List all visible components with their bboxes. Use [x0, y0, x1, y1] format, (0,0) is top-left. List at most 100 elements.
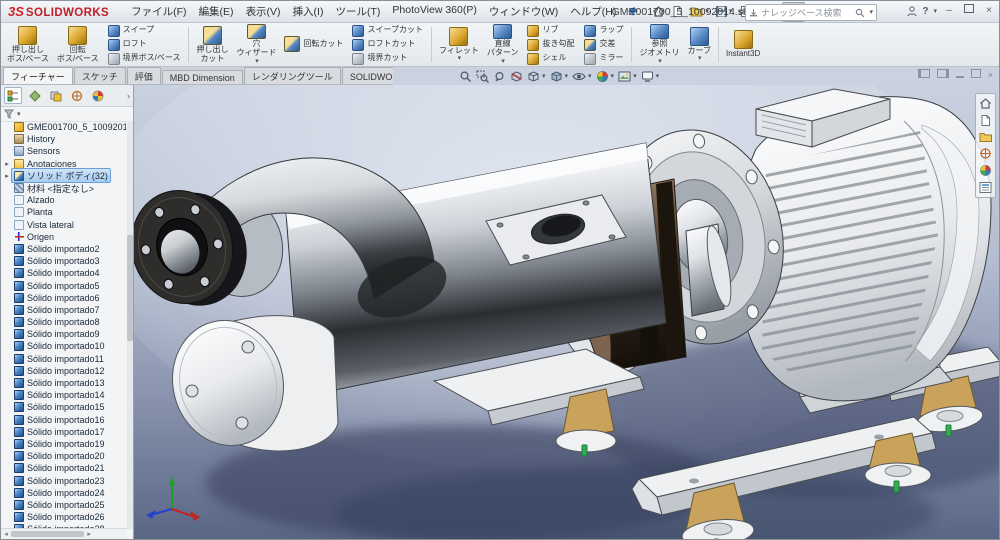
- linear-pattern-button[interactable]: 直線 パターン ▾: [483, 24, 523, 65]
- curve-button[interactable]: カーブ ▾: [683, 24, 715, 65]
- tree-item[interactable]: Origen: [1, 231, 127, 243]
- extruded-boss-button[interactable]: 押し出し ボス/ベース: [3, 24, 53, 65]
- revolved-cut-button[interactable]: 回転カット: [280, 24, 347, 65]
- tree-item[interactable]: Sólido importado14: [1, 389, 127, 401]
- menu-item[interactable]: 挿入(I): [287, 2, 330, 21]
- tree-filter[interactable]: ▾: [1, 107, 133, 122]
- tree-item[interactable]: Sólido importado24: [1, 487, 127, 499]
- tree-item[interactable]: Sólido importado8: [1, 316, 127, 328]
- reference-geometry-caret-icon[interactable]: ▾: [658, 58, 662, 65]
- tree-vertical-scrollbar[interactable]: [127, 121, 133, 529]
- boundary-cut-button[interactable]: 境界カット: [352, 53, 423, 65]
- sweep-button[interactable]: スイープ: [108, 25, 181, 37]
- tree-item[interactable]: Sólido importado9: [1, 328, 127, 340]
- menu-item[interactable]: ウィンドウ(W): [483, 2, 564, 21]
- extruded-cut-button[interactable]: 押し出し カット: [192, 24, 232, 65]
- tree-item[interactable]: Sólido importado2: [1, 243, 127, 255]
- commandmanager-tab[interactable]: 評価: [127, 67, 161, 84]
- tree-item[interactable]: Sólido importado7: [1, 304, 127, 316]
- tree-item[interactable]: Sólido importado19: [1, 438, 127, 450]
- hole-wizard-button[interactable]: 穴 ウィザード ▾: [232, 24, 280, 65]
- hole-wizard-caret-icon[interactable]: ▾: [255, 58, 259, 65]
- search-input[interactable]: ナレッジベース検索: [761, 6, 852, 19]
- view-orientation-caret-icon[interactable]: ▾: [542, 73, 546, 80]
- help-caret-icon[interactable]: ▾: [933, 8, 937, 15]
- tree-item[interactable]: Sólido importado17: [1, 426, 127, 438]
- shell-button[interactable]: シェル: [527, 53, 574, 65]
- configurationmanager-tab[interactable]: [48, 88, 64, 103]
- zoom-fit-button[interactable]: [459, 70, 472, 83]
- apply-scene-button[interactable]: ▾: [618, 70, 637, 83]
- tree-item[interactable]: Sólido importado12: [1, 365, 127, 377]
- instant3d-button[interactable]: Instant3D: [722, 24, 764, 65]
- view-settings-caret-icon[interactable]: ▾: [656, 73, 660, 80]
- doc-close-button[interactable]: ×: [988, 68, 993, 82]
- loft-cut-button[interactable]: ロフトカット: [352, 39, 423, 51]
- tree-item[interactable]: Planta: [1, 206, 127, 218]
- loft-button[interactable]: ロフト: [108, 39, 181, 51]
- menu-item[interactable]: ファイル(F): [125, 2, 192, 21]
- tree-item[interactable]: Sólido importado10: [1, 340, 127, 352]
- expand-arrow-icon[interactable]: ▸: [3, 172, 11, 180]
- graphics-area[interactable]: [134, 85, 999, 539]
- menu-item[interactable]: ツール(T): [329, 2, 386, 21]
- help-button[interactable]: ?: [922, 6, 928, 17]
- display-style-button[interactable]: ▾: [550, 70, 569, 83]
- fillet-button[interactable]: フィレット ▾: [435, 24, 483, 65]
- view-settings-button[interactable]: ▾: [641, 70, 660, 83]
- panel-chevron-icon[interactable]: ›: [127, 91, 130, 101]
- close-button[interactable]: ×: [981, 3, 997, 19]
- tree-item[interactable]: Sólido importado23: [1, 474, 127, 486]
- tree-item[interactable]: Sólido importado21: [1, 462, 127, 474]
- appearance-sphere-icon[interactable]: [979, 164, 992, 177]
- expand-arrow-icon[interactable]: ▸: [3, 160, 11, 168]
- curve-caret-icon[interactable]: ▾: [698, 55, 702, 62]
- home-icon[interactable]: [979, 97, 992, 110]
- previous-view-button[interactable]: [493, 70, 506, 83]
- pane-right-button[interactable]: [937, 68, 949, 82]
- tree-item[interactable]: Sólido importado15: [1, 401, 127, 413]
- hide-show-caret-icon[interactable]: ▾: [588, 73, 592, 80]
- edit-appearance-button[interactable]: ▾: [596, 70, 615, 83]
- commandmanager-tab[interactable]: スケッチ: [74, 67, 126, 84]
- commandmanager-tab[interactable]: MBD Dimension: [162, 70, 243, 84]
- tree-item[interactable]: Sólido importado25: [1, 499, 127, 511]
- document-icon[interactable]: [979, 114, 992, 127]
- doc-minimize-button[interactable]: [956, 68, 964, 82]
- scroll-right-arrow[interactable]: ▸: [84, 530, 94, 538]
- search-box[interactable]: ナレッジベース検索 ▾: [745, 4, 877, 21]
- display-style-caret-icon[interactable]: ▾: [565, 73, 569, 80]
- tree-item[interactable]: Sólido importado11: [1, 353, 127, 365]
- tree-item[interactable]: Sólido importado13: [1, 377, 127, 389]
- menu-item[interactable]: 表示(V): [240, 2, 287, 21]
- user-icon[interactable]: [906, 5, 918, 17]
- edit-appearance-caret-icon[interactable]: ▾: [611, 73, 615, 80]
- revolved-boss-button[interactable]: 回転 ボス/ベース: [53, 24, 103, 65]
- minimize-button[interactable]: –: [941, 3, 957, 19]
- search-icon[interactable]: [855, 8, 865, 18]
- linear-pattern-caret-icon[interactable]: ▾: [501, 58, 505, 65]
- fillet-caret-icon[interactable]: ▾: [458, 55, 462, 62]
- tree-item[interactable]: Sólido importado26: [1, 511, 127, 523]
- tree-item[interactable]: Alzado: [1, 194, 127, 206]
- draft-button[interactable]: 抜き勾配: [527, 39, 574, 51]
- zoom-area-button[interactable]: [476, 70, 489, 83]
- filter-caret-icon[interactable]: ▾: [17, 111, 21, 118]
- scroll-left-arrow[interactable]: ◂: [1, 530, 11, 538]
- featuremanager-tab[interactable]: [4, 87, 22, 104]
- tree-item[interactable]: Sólido importado3: [1, 255, 127, 267]
- intersect-button[interactable]: 交差: [584, 39, 623, 51]
- commandmanager-tab[interactable]: レンダリングツール: [244, 67, 341, 84]
- menu-item[interactable]: PhotoView 360(P): [386, 2, 482, 21]
- boundary-boss-button[interactable]: 境界ボス/ベース: [108, 53, 181, 65]
- tree-item[interactable]: 材料 <指定なし>: [1, 182, 127, 194]
- search-caret-icon[interactable]: ▾: [869, 9, 873, 16]
- rib-button[interactable]: リブ: [527, 25, 574, 37]
- wrap-button[interactable]: ラップ: [584, 25, 623, 37]
- dimxpertmanager-tab[interactable]: [69, 88, 85, 103]
- mirror-button[interactable]: ミラー: [584, 53, 623, 65]
- sweep-cut-button[interactable]: スイープカット: [352, 25, 423, 37]
- hide-show-items-button[interactable]: ▾: [572, 70, 592, 83]
- tree-item[interactable]: Sólido importado5: [1, 279, 127, 291]
- tree-horizontal-scrollbar[interactable]: ◂ ▸: [1, 528, 127, 539]
